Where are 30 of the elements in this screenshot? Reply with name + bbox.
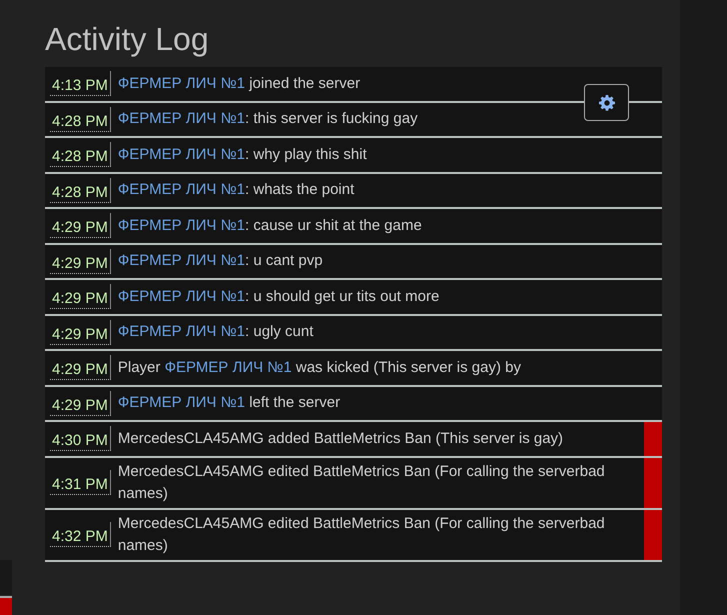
timestamp: 4:29 PM [50, 320, 111, 345]
timestamp: 4:31 PM [50, 470, 111, 495]
timestamp: 4:28 PM [50, 142, 111, 168]
log-message: ФЕРМЕР ЛИЧ №1 left the server [116, 393, 342, 414]
page-title: Activity Log [45, 20, 210, 59]
log-message: MercedesCLA45AMG edited BattleMetrics Ban (For calling the serverbad names) [116, 514, 606, 556]
log-message: ФЕРМЕР ЛИЧ №1: u cant pvp [116, 251, 324, 272]
timestamp: 4:29 PM [50, 355, 111, 380]
timestamp: 4:29 PM [50, 248, 111, 274]
log-message: Player ФЕРМЕР ЛИЧ №1 was kicked (This server is gay) by [116, 358, 522, 378]
timestamp: 4:29 PM [50, 213, 111, 238]
log-message: ФЕРМЕР ЛИЧ №1: this server is fucking gay [116, 109, 419, 130]
timestamp: 4:30 PM [50, 426, 111, 452]
log-message: MercedesCLA45AMG edited BattleMetrics Ban (For calling the serverbad names) [116, 462, 606, 504]
log-message: ФЕРМЕР ЛИЧ №1: u should get ur tits out more [116, 286, 440, 307]
timestamp: 4:28 PM [50, 106, 111, 132]
log-message: MercedesCLA45AMG added BattleMetrics Ban (This server is gay) [116, 428, 564, 449]
settings-button[interactable] [584, 84, 629, 121]
log-message: ФЕРМЕР ЛИЧ №1: whats the point [116, 180, 356, 200]
log-message: ФЕРМЕР ЛИЧ №1 joined the server [116, 74, 362, 94]
log-message: ФЕРМЕР ЛИЧ №1: why play this shit [116, 144, 368, 165]
timestamp: 4:29 PM [50, 390, 111, 416]
timestamp: 4:32 PM [50, 522, 111, 547]
settings-icon [598, 94, 614, 110]
timestamp: 4:29 PM [50, 284, 111, 310]
log-message: ФЕРМЕР ЛИЧ №1: ugly cunt [116, 322, 314, 342]
timestamp: 4:28 PM [50, 178, 111, 203]
alert-strip [0, 596, 12, 615]
timestamp: 4:13 PM [50, 71, 111, 96]
log-message: ФЕРМЕР ЛИЧ №1: cause ur shit at the game [116, 216, 423, 236]
